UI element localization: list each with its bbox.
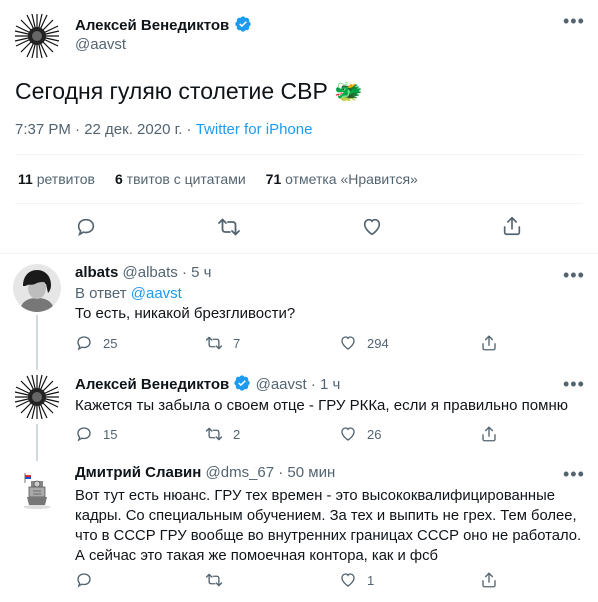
- more-options-icon[interactable]: •••: [563, 375, 585, 393]
- retweets-stat[interactable]: 11 ретвитов: [18, 171, 95, 187]
- share-button[interactable]: [480, 425, 508, 443]
- retweet-button[interactable]: [205, 571, 233, 589]
- like-icon[interactable]: [361, 216, 383, 243]
- reply-time[interactable]: · 5 ч: [182, 264, 212, 281]
- reply-to-line: В ответ @aavst: [75, 285, 182, 302]
- retweet-icon[interactable]: [217, 216, 241, 243]
- reply-header: Алексей Венедиктов @aavst · 1 ч: [75, 374, 340, 396]
- reply-button[interactable]: 15: [75, 425, 117, 443]
- reply-text: Кажется ты забыла о своем отце - ГРУ РКК…: [75, 397, 568, 414]
- like-button[interactable]: 294: [339, 334, 389, 352]
- divider: [0, 253, 598, 254]
- reply-author-name[interactable]: Дмитрий Славин: [75, 464, 201, 481]
- retweet-button[interactable]: 7: [205, 334, 240, 352]
- reply-icon: [77, 336, 91, 351]
- main-action-bar: [0, 213, 598, 243]
- author-header[interactable]: Алексей Венедиктов: [75, 15, 252, 38]
- like-button[interactable]: 1: [339, 571, 374, 589]
- tweet-timestamp[interactable]: 7:37 PM · 22 дек. 2020 г. ·: [15, 121, 196, 138]
- divider: [15, 154, 583, 155]
- verified-badge-icon: [234, 15, 252, 38]
- retweet-button[interactable]: 2: [205, 425, 240, 443]
- verified-badge-icon: [233, 374, 251, 396]
- retweet-count: 2: [233, 426, 241, 442]
- reply-icon: [77, 427, 91, 442]
- author-name[interactable]: Алексей Венедиктов: [75, 17, 229, 34]
- tweet-text: Сегодня гуляю столетие СВР 🐲: [15, 78, 363, 104]
- like-count: 294: [367, 335, 389, 351]
- more-options-icon[interactable]: •••: [563, 266, 585, 284]
- retweet-count: 7: [233, 335, 241, 351]
- thread-line: [36, 315, 38, 370]
- like-button[interactable]: 26: [339, 425, 381, 443]
- reply-avatar[interactable]: [13, 463, 61, 511]
- reply-author-handle[interactable]: @albats: [123, 264, 178, 281]
- share-button[interactable]: [480, 571, 508, 589]
- retweet-icon: [205, 336, 223, 350]
- like-icon: [341, 427, 355, 441]
- reply-action-bar: 1: [75, 571, 585, 591]
- like-count: 1: [367, 572, 375, 588]
- tweet-meta: 7:37 PM · 22 дек. 2020 г. · Twitter for …: [15, 121, 312, 138]
- more-options-icon[interactable]: •••: [563, 465, 585, 483]
- like-icon: [341, 336, 355, 350]
- quotes-stat[interactable]: 6 твитов с цитатами: [115, 171, 246, 187]
- reply-avatar[interactable]: [13, 373, 61, 421]
- reply-header: Дмитрий Славин @dms_67 · 50 мин: [75, 464, 335, 481]
- like-count: 26: [367, 426, 382, 442]
- retweet-icon: [205, 427, 223, 441]
- reply-action-bar: 15 2 26: [75, 425, 585, 445]
- author-handle[interactable]: @aavst: [75, 36, 126, 53]
- more-options-icon[interactable]: •••: [563, 12, 585, 30]
- reply-button[interactable]: 25: [75, 334, 117, 352]
- reply-author-handle[interactable]: @aavst: [256, 376, 307, 393]
- reply-icon[interactable]: [75, 216, 97, 243]
- reply-author-name[interactable]: albats: [75, 264, 118, 281]
- reply-count: 15: [103, 426, 118, 442]
- share-icon: [482, 335, 496, 351]
- share-icon[interactable]: [501, 215, 523, 242]
- tweet-source[interactable]: Twitter for iPhone: [196, 121, 313, 138]
- share-icon: [482, 426, 496, 442]
- tweet-stats: 11 ретвитов 6 твитов с цитатами 71 отмет…: [18, 171, 418, 187]
- reply-time[interactable]: · 50 мин: [278, 464, 335, 481]
- reply-text: Вот тут есть нюанс. ГРУ тех времен - это…: [75, 488, 582, 564]
- divider: [15, 203, 583, 204]
- likes-stat[interactable]: 71 отметка «Нравится»: [266, 171, 418, 187]
- reply-to-handle[interactable]: @aavst: [131, 285, 182, 302]
- reply-header: albats @albats · 5 ч: [75, 264, 211, 281]
- thread-line: [36, 424, 38, 461]
- share-button[interactable]: [480, 334, 508, 352]
- reply-avatar[interactable]: [13, 264, 61, 312]
- reply-text: То есть, никакой брезгливости?: [75, 305, 296, 322]
- reply-icon: [77, 573, 91, 588]
- retweet-icon: [205, 573, 223, 587]
- reply-time[interactable]: · 1 ч: [311, 376, 341, 393]
- share-icon: [482, 572, 496, 588]
- reply-button[interactable]: [75, 571, 103, 589]
- reply-count: 25: [103, 335, 118, 351]
- reply-author-handle[interactable]: @dms_67: [206, 464, 275, 481]
- reply-author-name[interactable]: Алексей Венедиктов: [75, 376, 229, 393]
- reply-action-bar: 25 7 294: [75, 334, 585, 354]
- like-icon: [341, 573, 355, 587]
- author-avatar[interactable]: [13, 12, 61, 60]
